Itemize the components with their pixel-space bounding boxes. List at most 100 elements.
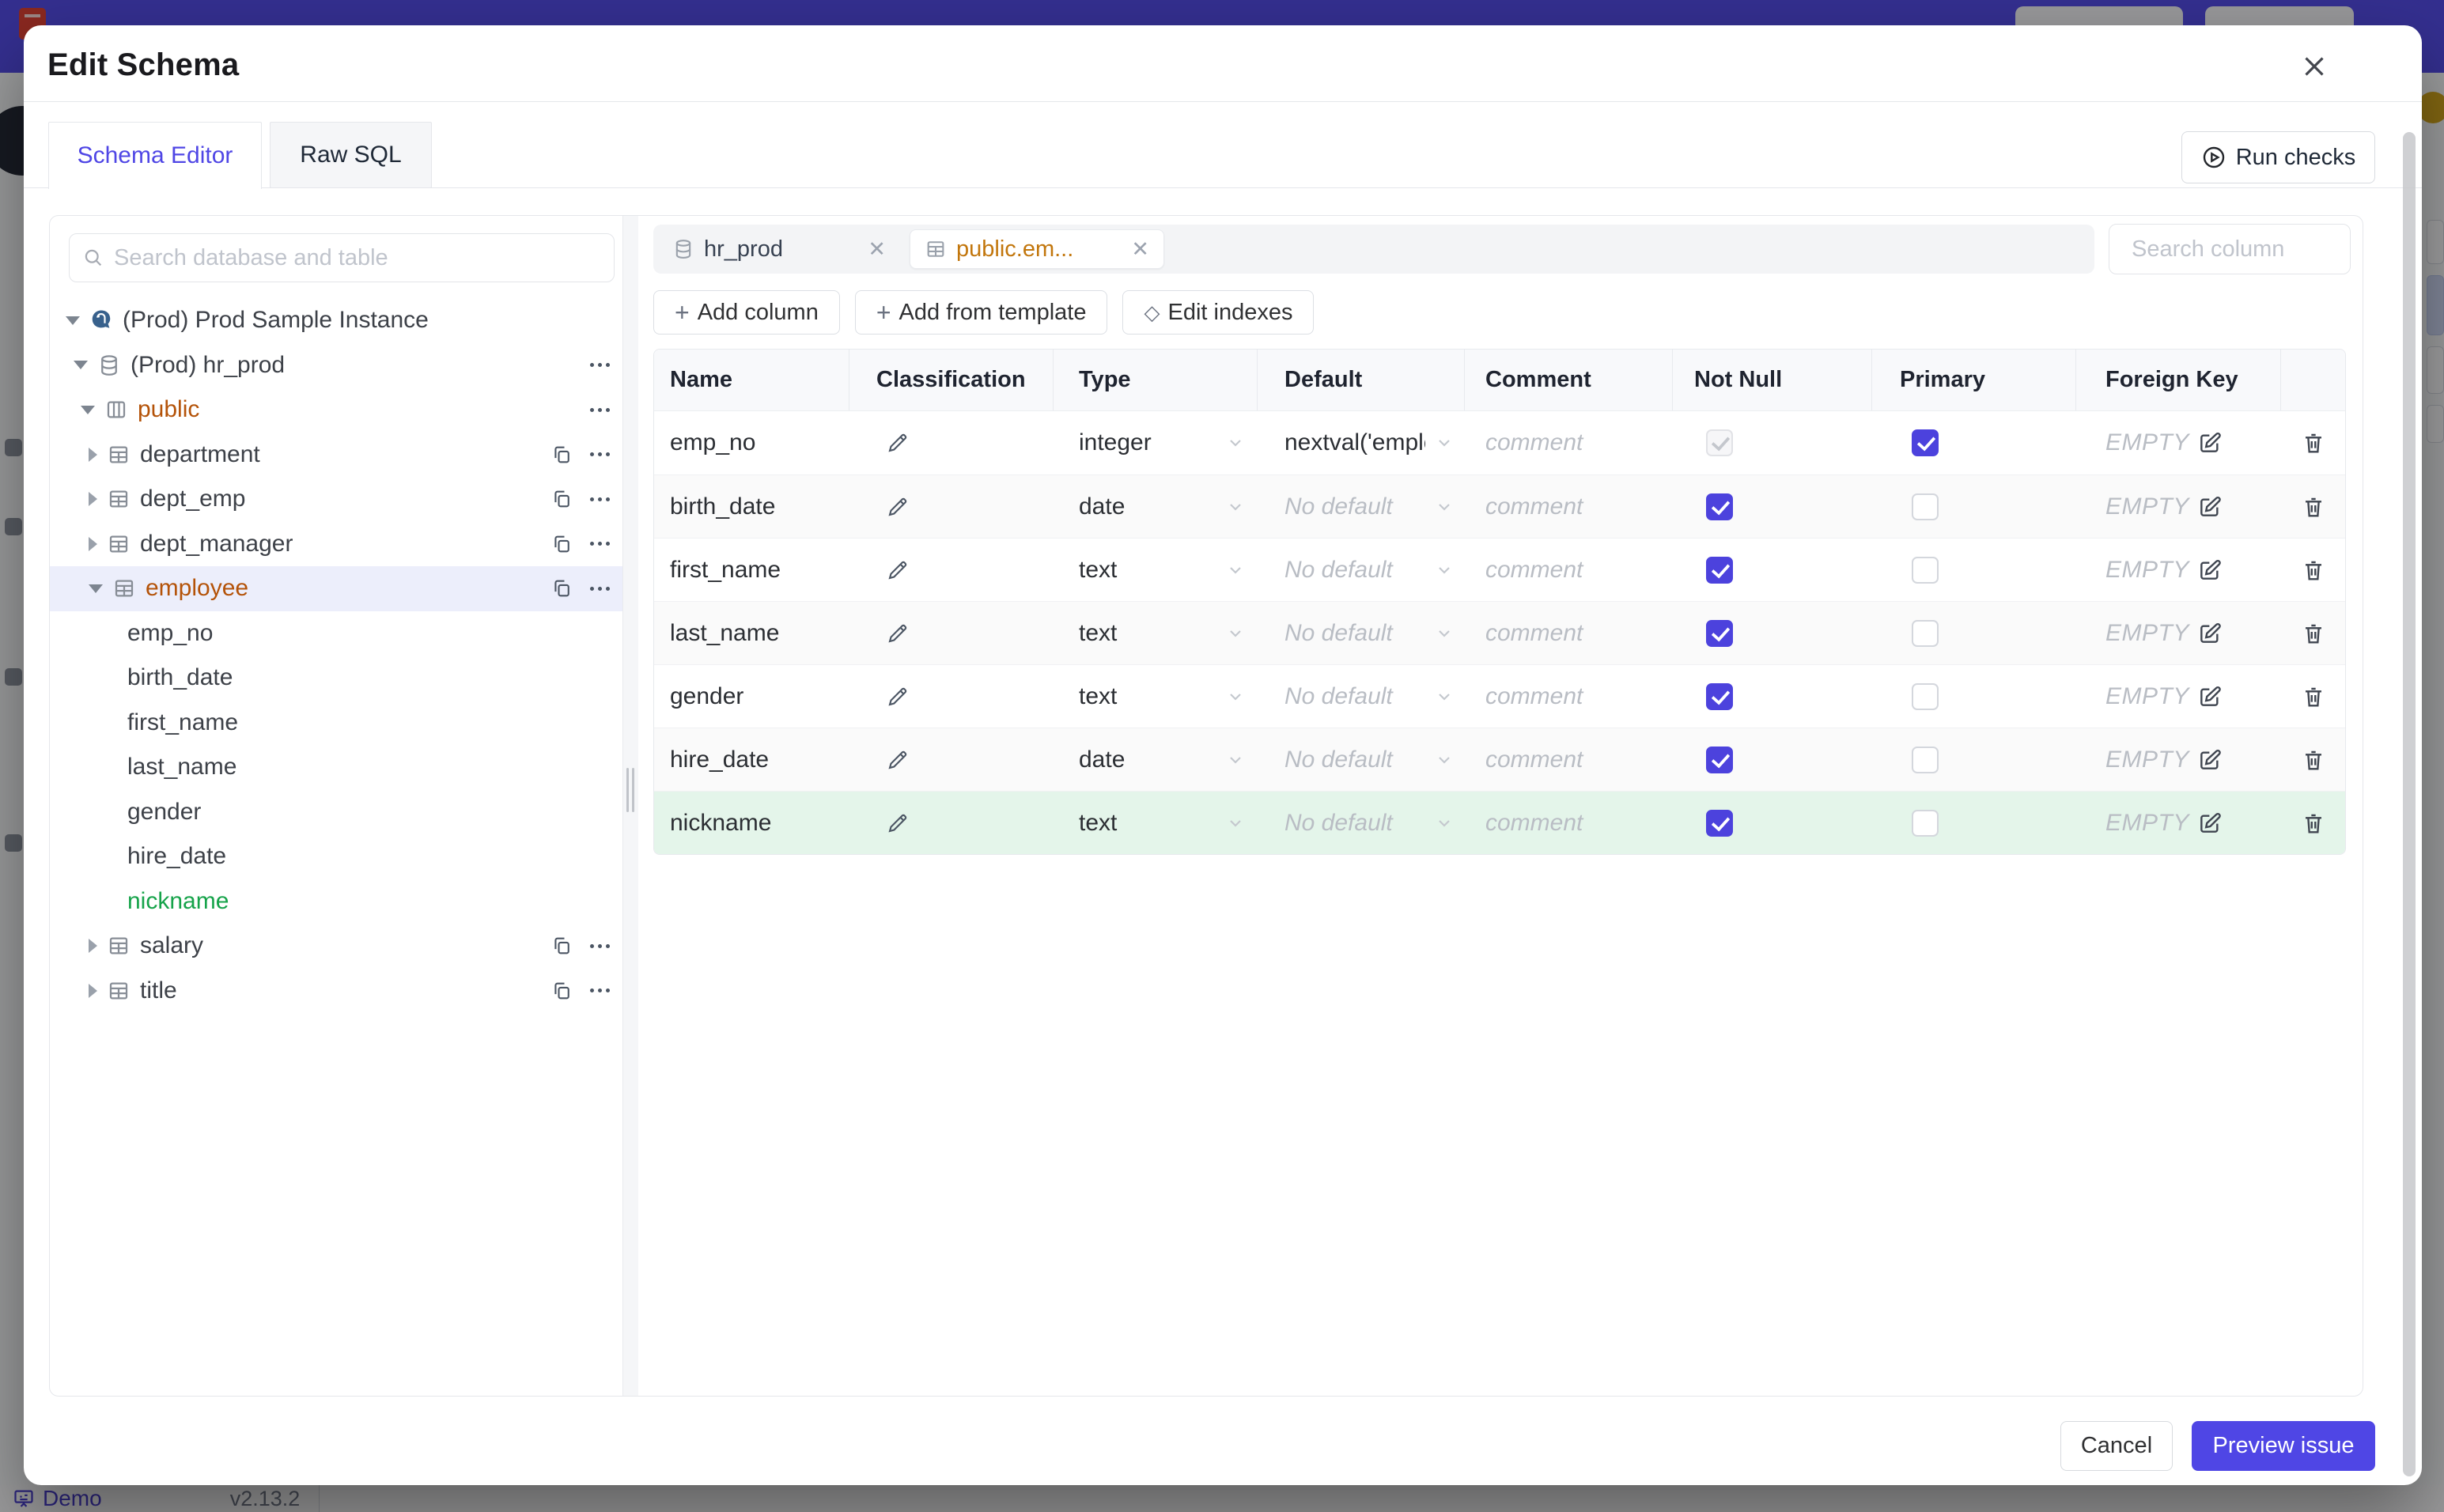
caret-right-icon[interactable]	[89, 939, 97, 954]
more-icon[interactable]	[590, 584, 610, 594]
duplicate-icon[interactable]	[550, 444, 573, 466]
tree-item-column-first-name[interactable]: first_name	[50, 701, 622, 746]
tree-item-column-hire-date[interactable]: hire_date	[50, 834, 622, 879]
primary-checkbox[interactable]	[1912, 809, 1939, 837]
type-select[interactable]: text	[1054, 602, 1258, 664]
edit-foreign-key-icon[interactable]	[2197, 430, 2223, 455]
tree-item-database-hr-prod[interactable]: (Prod) hr_prod	[50, 343, 622, 388]
classification-edit-icon[interactable]	[886, 811, 910, 835]
column-name-cell[interactable]: nickname	[654, 792, 849, 854]
primary-checkbox[interactable]	[1912, 746, 1939, 773]
tab-schema-editor[interactable]: Schema Editor	[48, 122, 262, 189]
not-null-checkbox[interactable]	[1706, 619, 1733, 647]
delete-column-icon[interactable]	[2301, 430, 2326, 455]
default-select[interactable]: No default	[1258, 792, 1465, 854]
not-null-checkbox[interactable]	[1706, 809, 1733, 837]
caret-right-icon[interactable]	[89, 983, 97, 998]
edit-foreign-key-icon[interactable]	[2197, 747, 2223, 773]
delete-column-icon[interactable]	[2301, 684, 2326, 709]
duplicate-icon[interactable]	[550, 980, 573, 1002]
default-select[interactable]: No default	[1258, 475, 1465, 538]
edit-foreign-key-icon[interactable]	[2197, 684, 2223, 709]
delete-column-icon[interactable]	[2301, 811, 2326, 836]
comment-input[interactable]	[1485, 429, 1644, 456]
duplicate-icon[interactable]	[550, 533, 573, 555]
classification-edit-icon[interactable]	[886, 558, 910, 582]
close-button[interactable]	[2296, 48, 2332, 85]
tree-item-instance[interactable]: (Prod) Prod Sample Instance	[50, 298, 622, 343]
column-name-cell[interactable]: gender	[654, 665, 849, 728]
caret-down-icon[interactable]	[74, 361, 88, 370]
caret-right-icon[interactable]	[89, 492, 97, 507]
tree-item-column-emp-no[interactable]: emp_no	[50, 611, 622, 656]
column-name-cell[interactable]: last_name	[654, 602, 849, 664]
edit-foreign-key-icon[interactable]	[2197, 811, 2223, 836]
pane-resize-handle[interactable]	[622, 216, 638, 1396]
edit-foreign-key-icon[interactable]	[2197, 558, 2223, 583]
column-name-cell[interactable]: first_name	[654, 539, 849, 601]
not-null-checkbox[interactable]	[1706, 682, 1733, 710]
caret-down-icon[interactable]	[89, 584, 103, 593]
type-select[interactable]: text	[1054, 792, 1258, 854]
default-select[interactable]: No default	[1258, 602, 1465, 664]
more-icon[interactable]	[590, 405, 610, 415]
more-icon[interactable]	[590, 941, 610, 951]
primary-checkbox[interactable]	[1912, 493, 1939, 520]
default-select[interactable]: No default	[1258, 665, 1465, 728]
more-icon[interactable]	[590, 449, 610, 459]
not-null-checkbox[interactable]	[1706, 493, 1733, 520]
not-null-checkbox[interactable]	[1706, 556, 1733, 584]
tree-item-table-title[interactable]: title	[50, 969, 622, 1014]
edit-foreign-key-icon[interactable]	[2197, 621, 2223, 646]
primary-checkbox[interactable]	[1912, 619, 1939, 647]
not-null-checkbox[interactable]	[1706, 746, 1733, 773]
classification-edit-icon[interactable]	[886, 495, 910, 519]
modal-scrollbar[interactable]	[2403, 132, 2416, 1476]
type-select[interactable]: date	[1054, 728, 1258, 791]
database-search-input[interactable]	[114, 244, 601, 271]
caret-down-icon[interactable]	[81, 405, 95, 414]
column-name-cell[interactable]: birth_date	[654, 475, 849, 538]
default-select[interactable]: No default	[1258, 728, 1465, 791]
tree-item-column-nickname[interactable]: nickname	[50, 879, 622, 924]
comment-input[interactable]	[1485, 682, 1644, 710]
cancel-button[interactable]: Cancel	[2060, 1421, 2173, 1471]
tree-item-column-gender[interactable]: gender	[50, 790, 622, 835]
delete-column-icon[interactable]	[2301, 558, 2326, 583]
caret-down-icon[interactable]	[66, 316, 80, 325]
tree-item-table-dept-emp[interactable]: dept_emp	[50, 477, 622, 522]
default-select[interactable]: No default	[1258, 539, 1465, 601]
column-search-input[interactable]	[2132, 236, 2430, 263]
type-select[interactable]: integer	[1054, 411, 1258, 474]
delete-column-icon[interactable]	[2301, 621, 2326, 646]
more-icon[interactable]	[590, 539, 610, 549]
classification-edit-icon[interactable]	[886, 431, 910, 455]
primary-checkbox[interactable]	[1912, 556, 1939, 584]
tree-item-column-birth-date[interactable]: birth_date	[50, 656, 622, 701]
caret-right-icon[interactable]	[89, 447, 97, 462]
primary-checkbox[interactable]	[1912, 682, 1939, 710]
column-name-cell[interactable]: emp_no	[654, 411, 849, 474]
classification-edit-icon[interactable]	[886, 748, 910, 772]
more-icon[interactable]	[590, 985, 610, 996]
tab-raw-sql[interactable]: Raw SQL	[270, 122, 432, 188]
editor-tab-public-employee[interactable]: public.em... ✕	[910, 229, 1164, 269]
tree-item-column-last-name[interactable]: last_name	[50, 745, 622, 790]
more-icon[interactable]	[590, 494, 610, 505]
tree-item-table-salary[interactable]: salary	[50, 924, 622, 969]
caret-right-icon[interactable]	[89, 536, 97, 551]
duplicate-icon[interactable]	[550, 488, 573, 510]
duplicate-icon[interactable]	[550, 935, 573, 957]
preview-issue-button[interactable]: Preview issue	[2192, 1421, 2375, 1471]
tree-item-table-employee[interactable]: employee	[50, 566, 622, 611]
type-select[interactable]: text	[1054, 539, 1258, 601]
comment-input[interactable]	[1485, 809, 1644, 837]
add-column-button[interactable]: + Add column	[653, 290, 840, 335]
type-select[interactable]: text	[1054, 665, 1258, 728]
close-tab-icon[interactable]: ✕	[868, 238, 886, 260]
comment-input[interactable]	[1485, 556, 1644, 584]
comment-input[interactable]	[1485, 493, 1644, 520]
tree-item-schema-public[interactable]: public	[50, 387, 622, 433]
edit-foreign-key-icon[interactable]	[2197, 494, 2223, 520]
run-checks-button[interactable]: Run checks	[2181, 131, 2375, 183]
